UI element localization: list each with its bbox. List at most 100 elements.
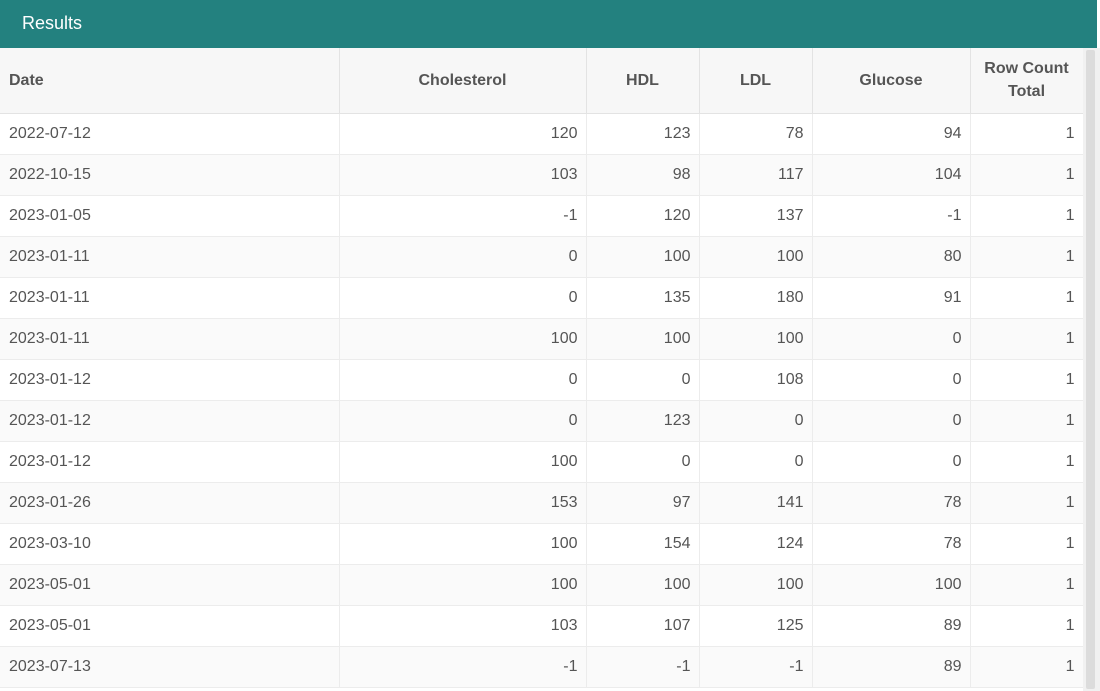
cell-cholesterol: 100 [339, 523, 587, 565]
cell-date: 2023-01-11 [0, 277, 340, 319]
column-header-hdl[interactable]: HDL [586, 48, 700, 114]
cell-ldl: 141 [699, 482, 813, 524]
cell-ldl: 180 [699, 277, 813, 319]
cell-glucose: 104 [812, 154, 971, 196]
cell-row-count-total: 1 [970, 482, 1083, 524]
table-row[interactable]: 2023-01-11 0 100 100 80 1 [0, 236, 1083, 278]
column-header-cholesterol[interactable]: Cholesterol [339, 48, 587, 114]
cell-row-count-total: 1 [970, 441, 1083, 483]
table-row[interactable]: 2023-01-12 0 0 108 0 1 [0, 359, 1083, 401]
cell-row-count-total: 1 [970, 113, 1083, 155]
cell-hdl: 100 [586, 564, 700, 606]
cell-date: 2022-10-15 [0, 154, 340, 196]
table-row[interactable]: 2023-01-12 0 123 0 0 1 [0, 400, 1083, 442]
cell-row-count-total: 1 [970, 564, 1083, 606]
cell-hdl: 97 [586, 482, 700, 524]
cell-date: 2023-05-01 [0, 605, 340, 647]
cell-hdl: 107 [586, 605, 700, 647]
cell-row-count-total: 1 [970, 318, 1083, 360]
cell-cholesterol: -1 [339, 195, 587, 237]
cell-row-count-total: 1 [970, 195, 1083, 237]
cell-ldl: 117 [699, 154, 813, 196]
cell-glucose: 89 [812, 605, 971, 647]
cell-hdl: 154 [586, 523, 700, 565]
vertical-scrollbar[interactable] [1083, 48, 1100, 691]
table-row[interactable]: 2023-03-10 100 154 124 78 1 [0, 523, 1083, 565]
cell-row-count-total: 1 [970, 359, 1083, 401]
cell-cholesterol: 100 [339, 318, 587, 360]
cell-glucose: 78 [812, 523, 971, 565]
column-header-ldl[interactable]: LDL [699, 48, 813, 114]
cell-glucose: 91 [812, 277, 971, 319]
cell-date: 2023-01-12 [0, 359, 340, 401]
table-row[interactable]: 2023-01-12 100 0 0 0 1 [0, 441, 1083, 483]
cell-glucose: 78 [812, 482, 971, 524]
column-header-row-count-total[interactable]: Row Count Total [970, 48, 1083, 114]
cell-date: 2022-07-12 [0, 113, 340, 155]
cell-hdl: 135 [586, 277, 700, 319]
cell-glucose: 94 [812, 113, 971, 155]
cell-hdl: 0 [586, 441, 700, 483]
cell-glucose: 0 [812, 318, 971, 360]
cell-row-count-total: 1 [970, 523, 1083, 565]
cell-glucose: -1 [812, 195, 971, 237]
table-header-row: Date Cholesterol HDL LDL Glucose Row Cou… [0, 48, 1083, 114]
cell-row-count-total: 1 [970, 646, 1083, 688]
table-row[interactable]: 2023-05-01 100 100 100 100 1 [0, 564, 1083, 606]
cell-ldl: 100 [699, 564, 813, 606]
table-row[interactable]: 2023-01-11 100 100 100 0 1 [0, 318, 1083, 360]
cell-ldl: 100 [699, 318, 813, 360]
scrollbar-thumb[interactable] [1086, 50, 1095, 689]
table-row[interactable]: 2023-01-05 -1 120 137 -1 1 [0, 195, 1083, 237]
cell-cholesterol: -1 [339, 646, 587, 688]
table-row[interactable]: 2023-07-13 -1 -1 -1 89 1 [0, 646, 1083, 688]
table-row[interactable]: 2023-01-11 0 135 180 91 1 [0, 277, 1083, 319]
cell-date: 2023-01-26 [0, 482, 340, 524]
cell-hdl: 100 [586, 236, 700, 278]
table-row[interactable]: 2023-01-26 153 97 141 78 1 [0, 482, 1083, 524]
cell-date: 2023-05-01 [0, 564, 340, 606]
cell-hdl: 123 [586, 400, 700, 442]
cell-hdl: -1 [586, 646, 700, 688]
cell-row-count-total: 1 [970, 236, 1083, 278]
cell-ldl: 100 [699, 236, 813, 278]
cell-ldl: 137 [699, 195, 813, 237]
cell-glucose: 80 [812, 236, 971, 278]
cell-glucose: 89 [812, 646, 971, 688]
column-header-glucose[interactable]: Glucose [812, 48, 971, 114]
cell-hdl: 123 [586, 113, 700, 155]
cell-date: 2023-01-12 [0, 441, 340, 483]
cell-date: 2023-01-05 [0, 195, 340, 237]
cell-glucose: 0 [812, 400, 971, 442]
cell-cholesterol: 0 [339, 236, 587, 278]
cell-cholesterol: 100 [339, 441, 587, 483]
cell-cholesterol: 0 [339, 400, 587, 442]
cell-ldl: 125 [699, 605, 813, 647]
cell-cholesterol: 100 [339, 564, 587, 606]
cell-cholesterol: 0 [339, 359, 587, 401]
cell-glucose: 100 [812, 564, 971, 606]
cell-cholesterol: 103 [339, 154, 587, 196]
cell-row-count-total: 1 [970, 400, 1083, 442]
cell-date: 2023-01-11 [0, 318, 340, 360]
cell-glucose: 0 [812, 359, 971, 401]
cell-cholesterol: 153 [339, 482, 587, 524]
cell-date: 2023-01-11 [0, 236, 340, 278]
table-body: 2022-07-12 120 123 78 94 1 2022-10-15 103 98 117 1… [0, 113, 1083, 688]
cell-hdl: 98 [586, 154, 700, 196]
cell-row-count-total: 1 [970, 277, 1083, 319]
cell-ldl: 108 [699, 359, 813, 401]
results-table-container: Date Cholesterol HDL LDL Glucose Row Cou… [0, 48, 1083, 691]
table-row[interactable]: 2022-07-12 120 123 78 94 1 [0, 113, 1083, 155]
cell-ldl: 78 [699, 113, 813, 155]
cell-cholesterol: 103 [339, 605, 587, 647]
cell-date: 2023-01-12 [0, 400, 340, 442]
cell-date: 2023-07-13 [0, 646, 340, 688]
results-table: Date Cholesterol HDL LDL Glucose Row Cou… [0, 48, 1083, 688]
column-header-date[interactable]: Date [0, 48, 340, 114]
cell-cholesterol: 120 [339, 113, 587, 155]
cell-ldl: 124 [699, 523, 813, 565]
table-row[interactable]: 2022-10-15 103 98 117 104 1 [0, 154, 1083, 196]
cell-ldl: 0 [699, 400, 813, 442]
table-row[interactable]: 2023-05-01 103 107 125 89 1 [0, 605, 1083, 647]
